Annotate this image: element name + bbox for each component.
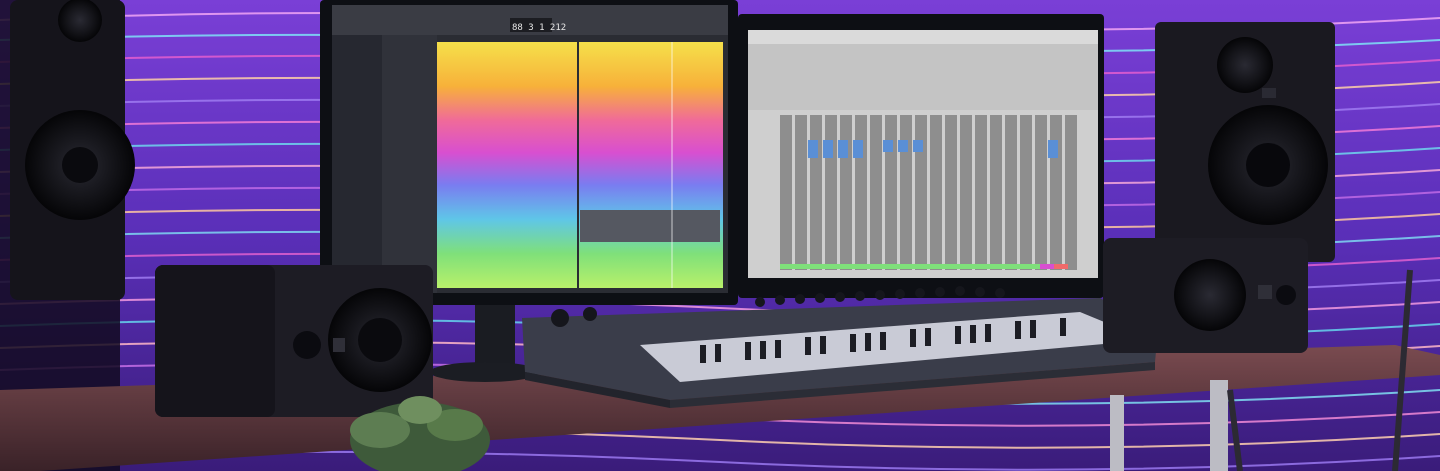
arrangement-regions (437, 42, 723, 288)
mixer-color-strip (780, 264, 1068, 269)
right-tower-speaker (1155, 22, 1335, 262)
right-desk-speaker (1103, 238, 1308, 353)
left-tower-speaker (10, 0, 135, 300)
studio-scene: 88 3 1 212 (0, 0, 1440, 471)
right-monitor (738, 14, 1104, 298)
transport-display: 88 3 1 212 (512, 23, 566, 33)
left-desk-speaker (155, 265, 433, 417)
